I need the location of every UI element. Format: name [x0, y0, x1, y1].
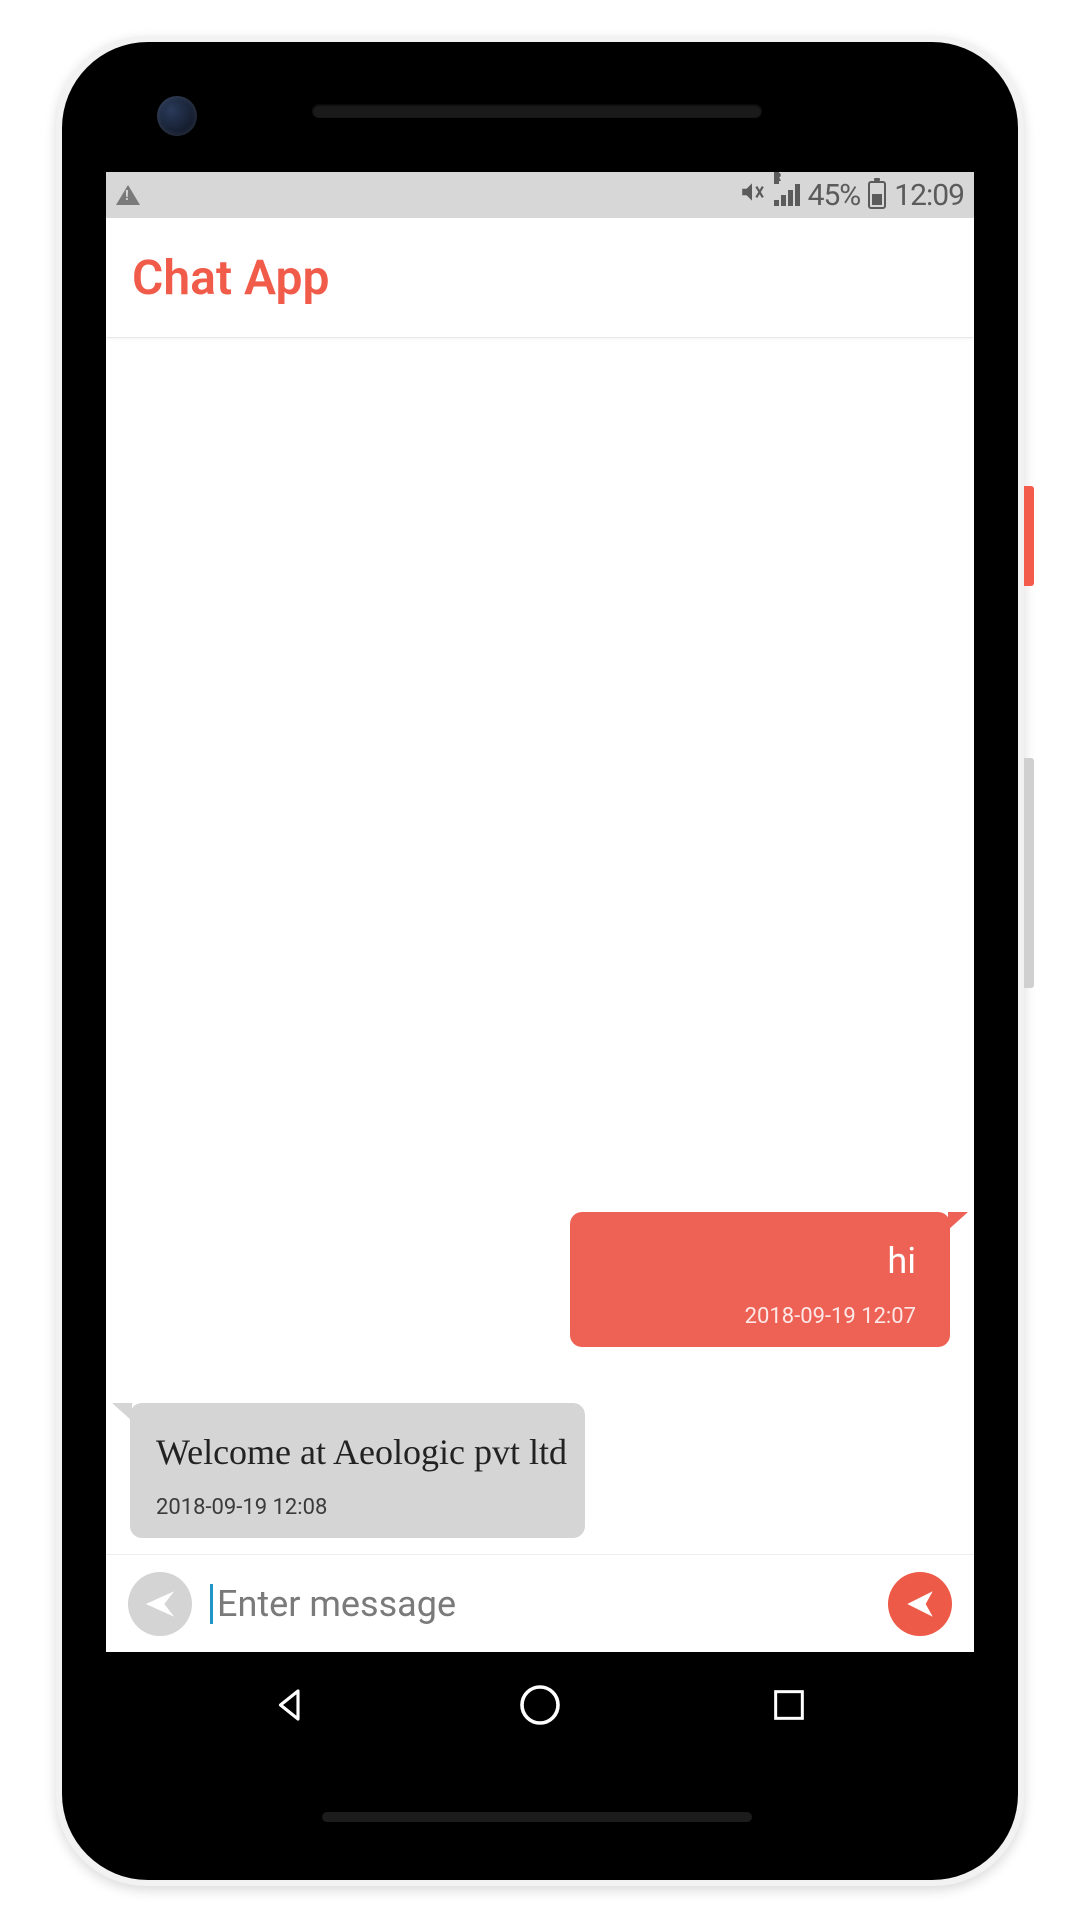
home-button[interactable] [512, 1677, 568, 1733]
signal-icon: R [774, 184, 800, 206]
status-right: R 45% 12:09 [738, 178, 964, 213]
recents-button[interactable] [761, 1677, 817, 1733]
status-left [116, 185, 140, 205]
appbar: Chat App [106, 218, 974, 338]
message-row-sent: hi 2018-09-19 12:07 [130, 1212, 950, 1347]
text-cursor [210, 1584, 213, 1624]
battery-percent: 45% [808, 178, 861, 213]
nav-bar [106, 1652, 974, 1758]
message-timestamp: 2018-09-19 12:08 [156, 1495, 567, 1520]
bottom-speaker [322, 1812, 752, 1822]
back-button[interactable] [263, 1677, 319, 1733]
chat-bubble-received[interactable]: Welcome at Aeologic pvt ltd 2018-09-19 1… [130, 1403, 585, 1538]
message-input-placeholder: Enter message [217, 1583, 456, 1625]
chat-bubble-sent[interactable]: hi 2018-09-19 12:07 [570, 1212, 950, 1347]
page-title: Chat App [132, 249, 329, 306]
message-text: hi [596, 1234, 916, 1290]
volume-button [1024, 758, 1034, 988]
screen: R 45% 12:09 Chat App hi 2018-09-19 12:07 [106, 172, 974, 1758]
front-camera [157, 96, 197, 136]
speaker-grill [312, 104, 762, 118]
power-button [1024, 486, 1034, 586]
send-button[interactable] [888, 1572, 952, 1636]
circle-icon [516, 1681, 564, 1729]
phone-frame: R 45% 12:09 Chat App hi 2018-09-19 12:07 [56, 36, 1024, 1886]
warning-icon [116, 185, 140, 205]
mute-icon [738, 179, 766, 212]
signal-network-label: R [774, 172, 779, 184]
emoji-button[interactable] [128, 1572, 192, 1636]
message-row-received: Welcome at Aeologic pvt ltd 2018-09-19 1… [130, 1403, 950, 1538]
clock: 12:09 [894, 178, 964, 213]
send-icon [903, 1587, 937, 1621]
message-timestamp: 2018-09-19 12:07 [596, 1304, 916, 1329]
back-icon [270, 1684, 312, 1726]
status-bar: R 45% 12:09 [106, 172, 974, 218]
compose-bar: Enter message [106, 1554, 974, 1652]
message-text: Welcome at Aeologic pvt ltd [156, 1425, 567, 1481]
phone-inner-frame: R 45% 12:09 Chat App hi 2018-09-19 12:07 [62, 42, 1018, 1880]
send-outline-icon [143, 1587, 177, 1621]
battery-icon [868, 181, 886, 209]
square-icon [769, 1685, 809, 1725]
message-input[interactable]: Enter message [210, 1583, 870, 1625]
chat-area[interactable]: hi 2018-09-19 12:07 Welcome at Aeologic … [106, 338, 974, 1554]
